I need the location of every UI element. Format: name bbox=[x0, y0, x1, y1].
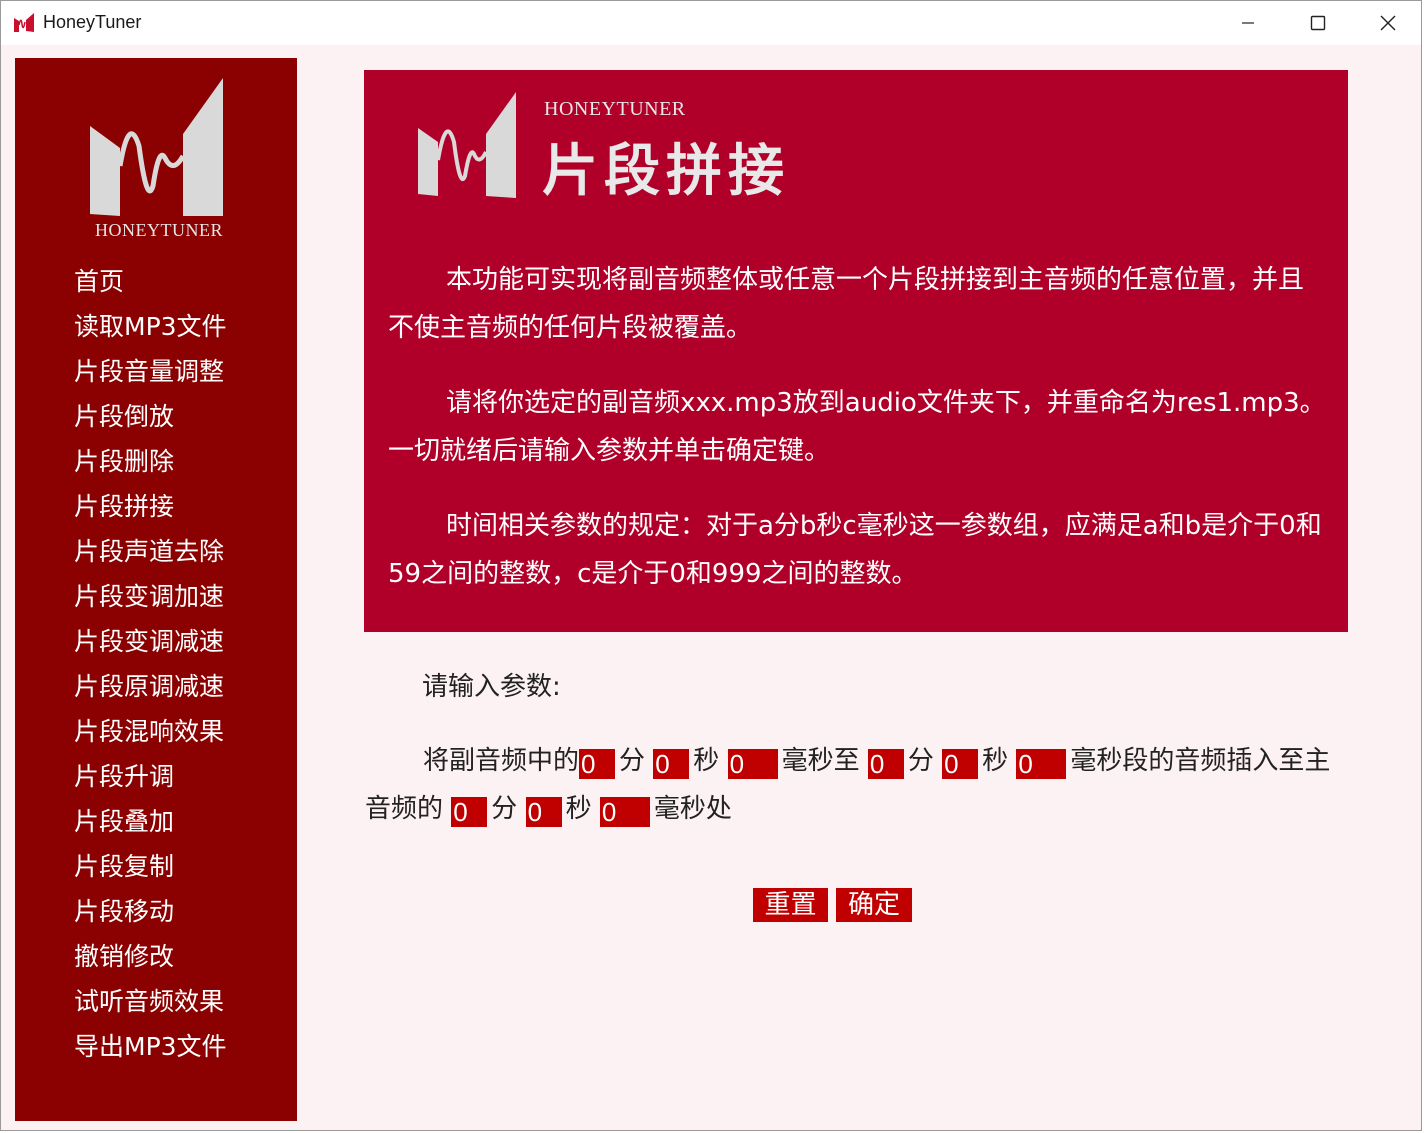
sidebar-item-channel-remove[interactable]: 片段声道去除 bbox=[74, 533, 227, 578]
unit-minute: 分 bbox=[491, 794, 518, 824]
sidebar-item-pitch-up[interactable]: 片段升调 bbox=[74, 758, 227, 803]
sidebar-item-delete[interactable]: 片段删除 bbox=[74, 443, 227, 488]
sidebar-item-undo[interactable]: 撤销修改 bbox=[74, 938, 227, 983]
sidebar-item-splice[interactable]: 片段拼接 bbox=[74, 488, 227, 533]
start-ms-input[interactable] bbox=[727, 749, 778, 779]
end-minute-input[interactable] bbox=[867, 749, 904, 779]
sidebar-item-pitch-slowdown[interactable]: 片段变调减速 bbox=[74, 623, 227, 668]
unit-second: 秒 bbox=[693, 746, 720, 776]
sidebar-item-preview[interactable]: 试听音频效果 bbox=[74, 983, 227, 1028]
sidebar-item-reverse[interactable]: 片段倒放 bbox=[74, 398, 227, 443]
sidebar-item-move[interactable]: 片段移动 bbox=[74, 893, 227, 938]
sidebar-item-keep-pitch-slowdown[interactable]: 片段原调减速 bbox=[74, 668, 227, 713]
banner-description: 本功能可实现将副音频整体或任意一个片段拼接到主音频的任意位置，并且不使主音频的任… bbox=[388, 256, 1328, 625]
sidebar-item-copy[interactable]: 片段复制 bbox=[74, 848, 227, 893]
description-paragraph: 请将你选定的副音频xxx.mp3放到audio文件夹下，并重命名为res1.mp… bbox=[388, 388, 1326, 466]
close-button[interactable] bbox=[1353, 1, 1423, 45]
sidebar-item-volume[interactable]: 片段音量调整 bbox=[74, 353, 227, 398]
confirm-button[interactable]: 确定 bbox=[836, 888, 912, 922]
sidebar: HONEYTUNER 首页 读取MP3文件 片段音量调整 片段倒放 片段删除 片… bbox=[15, 58, 297, 1121]
unit-minute: 分 bbox=[619, 746, 646, 776]
maximize-icon bbox=[1310, 15, 1326, 31]
sidebar-item-reverb[interactable]: 片段混响效果 bbox=[74, 713, 227, 758]
end-ms-input[interactable] bbox=[1016, 749, 1067, 779]
sidebar-item-home[interactable]: 首页 bbox=[74, 263, 227, 308]
sidebar-brand-text: HONEYTUNER bbox=[95, 220, 223, 240]
title-bar: HoneyTuner bbox=[1, 1, 1421, 45]
close-icon bbox=[1380, 15, 1396, 31]
unit-minute: 分 bbox=[907, 746, 934, 776]
description-paragraph: 本功能可实现将副音频整体或任意一个片段拼接到主音频的任意位置，并且不使主音频的任… bbox=[388, 265, 1305, 343]
sidebar-item-pitch-speedup[interactable]: 片段变调加速 bbox=[74, 578, 227, 623]
banner-title: 片段拼接 bbox=[542, 139, 790, 204]
insert-second-input[interactable] bbox=[525, 797, 562, 827]
start-second-input[interactable] bbox=[653, 749, 690, 779]
description-paragraph: 时间相关参数的规定：对于a分b秒c毫秒这一参数组，应满足a和b是介于0和59之间… bbox=[388, 511, 1322, 589]
app-window: HoneyTuner HONEYTUNER 首页 读取MP3文件 片段音量调整 … bbox=[0, 0, 1422, 1131]
reset-button[interactable]: 重置 bbox=[753, 888, 828, 922]
minimize-button[interactable] bbox=[1213, 1, 1283, 45]
unit-ms-to: 毫秒至 bbox=[781, 746, 860, 776]
params-label: 请输入参数: bbox=[422, 672, 561, 702]
insert-minute-input[interactable] bbox=[451, 797, 488, 827]
window-title: HoneyTuner bbox=[43, 12, 142, 32]
unit-second: 秒 bbox=[982, 746, 1009, 776]
feature-banner: HONEYTUNER 片段拼接 本功能可实现将副音频整体或任意一个片段拼接到主音… bbox=[364, 70, 1348, 632]
banner-logo bbox=[416, 90, 520, 200]
params-sentence: 将副音频中的分 秒 毫秒至 分 秒 毫秒段的音频插入至主音频的 分 秒 毫秒处 bbox=[365, 737, 1350, 833]
unit-second: 秒 bbox=[565, 794, 592, 824]
params-lead-text: 将副音频中的 bbox=[423, 746, 580, 776]
insert-ms-input[interactable] bbox=[599, 797, 650, 827]
app-logo-icon bbox=[13, 12, 35, 34]
sidebar-item-overlay[interactable]: 片段叠加 bbox=[74, 803, 227, 848]
unit-ms-end: 毫秒处 bbox=[653, 794, 732, 824]
sidebar-nav: 首页 读取MP3文件 片段音量调整 片段倒放 片段删除 片段拼接 片段声道去除 … bbox=[74, 263, 227, 1073]
sidebar-item-export-mp3[interactable]: 导出MP3文件 bbox=[74, 1028, 227, 1073]
maximize-button[interactable] bbox=[1283, 1, 1353, 45]
banner-brand: HONEYTUNER bbox=[544, 98, 686, 120]
start-minute-input[interactable] bbox=[579, 749, 616, 779]
end-second-input[interactable] bbox=[942, 749, 979, 779]
minimize-icon bbox=[1240, 15, 1256, 31]
sidebar-item-read-mp3[interactable]: 读取MP3文件 bbox=[74, 308, 227, 353]
